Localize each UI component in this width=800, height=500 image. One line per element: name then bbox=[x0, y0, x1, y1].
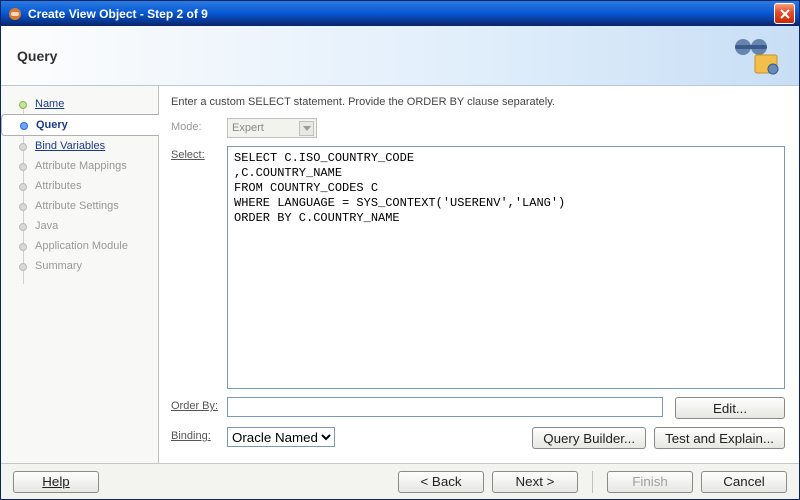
step-attribute-settings: Attribute Settings bbox=[1, 196, 158, 216]
banner: Query bbox=[1, 26, 799, 86]
binding-row: Binding: Oracle Named Query Builder... T… bbox=[171, 427, 785, 449]
step-dot-icon bbox=[19, 203, 27, 211]
step-dot-icon bbox=[19, 101, 27, 109]
chevron-down-icon bbox=[299, 121, 314, 136]
help-button[interactable]: Help bbox=[13, 471, 99, 493]
footer-bar: Help < Back Next > Finish Cancel bbox=[1, 463, 799, 499]
finish-button: Finish bbox=[607, 471, 693, 493]
step-label: Bind Variables bbox=[35, 140, 105, 152]
select-textarea[interactable] bbox=[227, 146, 785, 389]
binding-label: Binding: bbox=[171, 427, 227, 442]
step-application-module: Application Module bbox=[1, 236, 158, 256]
edit-button[interactable]: Edit... bbox=[675, 397, 785, 419]
step-dot-icon bbox=[19, 243, 27, 251]
instruction-text: Enter a custom SELECT statement. Provide… bbox=[171, 96, 785, 108]
step-label: Application Module bbox=[35, 240, 128, 252]
step-name[interactable]: Name bbox=[1, 94, 158, 114]
content-area: Name Query Bind Variables Attribute Mapping… bbox=[1, 86, 799, 463]
separator bbox=[592, 471, 593, 493]
query-builder-button[interactable]: Query Builder... bbox=[532, 427, 646, 449]
orderby-label: Order By: bbox=[171, 397, 227, 412]
main-panel: Enter a custom SELECT statement. Provide… bbox=[159, 86, 799, 463]
step-dot-icon bbox=[19, 163, 27, 171]
window-title: Create View Object - Step 2 of 9 bbox=[28, 7, 774, 21]
step-dot-icon bbox=[19, 143, 27, 151]
select-label: Select: bbox=[171, 146, 227, 161]
step-dot-icon bbox=[20, 122, 28, 130]
step-attribute-mappings: Attribute Mappings bbox=[1, 156, 158, 176]
step-label: Attributes bbox=[35, 180, 81, 192]
step-label: Attribute Settings bbox=[35, 200, 119, 212]
step-summary: Summary bbox=[1, 256, 158, 276]
orderby-input[interactable] bbox=[227, 397, 663, 417]
step-sidebar: Name Query Bind Variables Attribute Mapping… bbox=[1, 86, 159, 463]
step-label: Summary bbox=[35, 260, 82, 272]
step-list: Name Query Bind Variables Attribute Mapping… bbox=[1, 94, 158, 276]
mode-select: Expert bbox=[227, 118, 317, 138]
wizard-window: Create View Object - Step 2 of 9 Query N… bbox=[0, 0, 800, 500]
step-label: Attribute Mappings bbox=[35, 160, 127, 172]
mode-value: Expert bbox=[232, 122, 264, 134]
app-icon bbox=[7, 6, 23, 22]
step-dot-icon bbox=[19, 223, 27, 231]
step-label: Query bbox=[36, 119, 68, 131]
step-query: Query bbox=[1, 114, 159, 136]
titlebar: Create View Object - Step 2 of 9 bbox=[1, 1, 799, 26]
step-java: Java bbox=[1, 216, 158, 236]
step-bind-variables[interactable]: Bind Variables bbox=[1, 136, 158, 156]
mode-row: Mode: Expert bbox=[171, 118, 785, 138]
step-label: Name bbox=[35, 98, 64, 110]
binding-select[interactable]: Oracle Named bbox=[227, 427, 335, 447]
cancel-button[interactable]: Cancel bbox=[701, 471, 787, 493]
step-attributes: Attributes bbox=[1, 176, 158, 196]
close-button[interactable] bbox=[774, 3, 795, 24]
mode-label: Mode: bbox=[171, 118, 227, 133]
step-label: Java bbox=[35, 220, 58, 232]
orderby-row: Order By: Edit... bbox=[171, 397, 785, 419]
next-button[interactable]: Next > bbox=[492, 471, 578, 493]
step-dot-icon bbox=[19, 263, 27, 271]
back-button[interactable]: < Back bbox=[398, 471, 484, 493]
step-dot-icon bbox=[19, 183, 27, 191]
select-row: Select: bbox=[171, 146, 785, 389]
test-explain-button[interactable]: Test and Explain... bbox=[654, 427, 785, 449]
page-title: Query bbox=[17, 48, 57, 64]
banner-icon bbox=[729, 33, 783, 79]
